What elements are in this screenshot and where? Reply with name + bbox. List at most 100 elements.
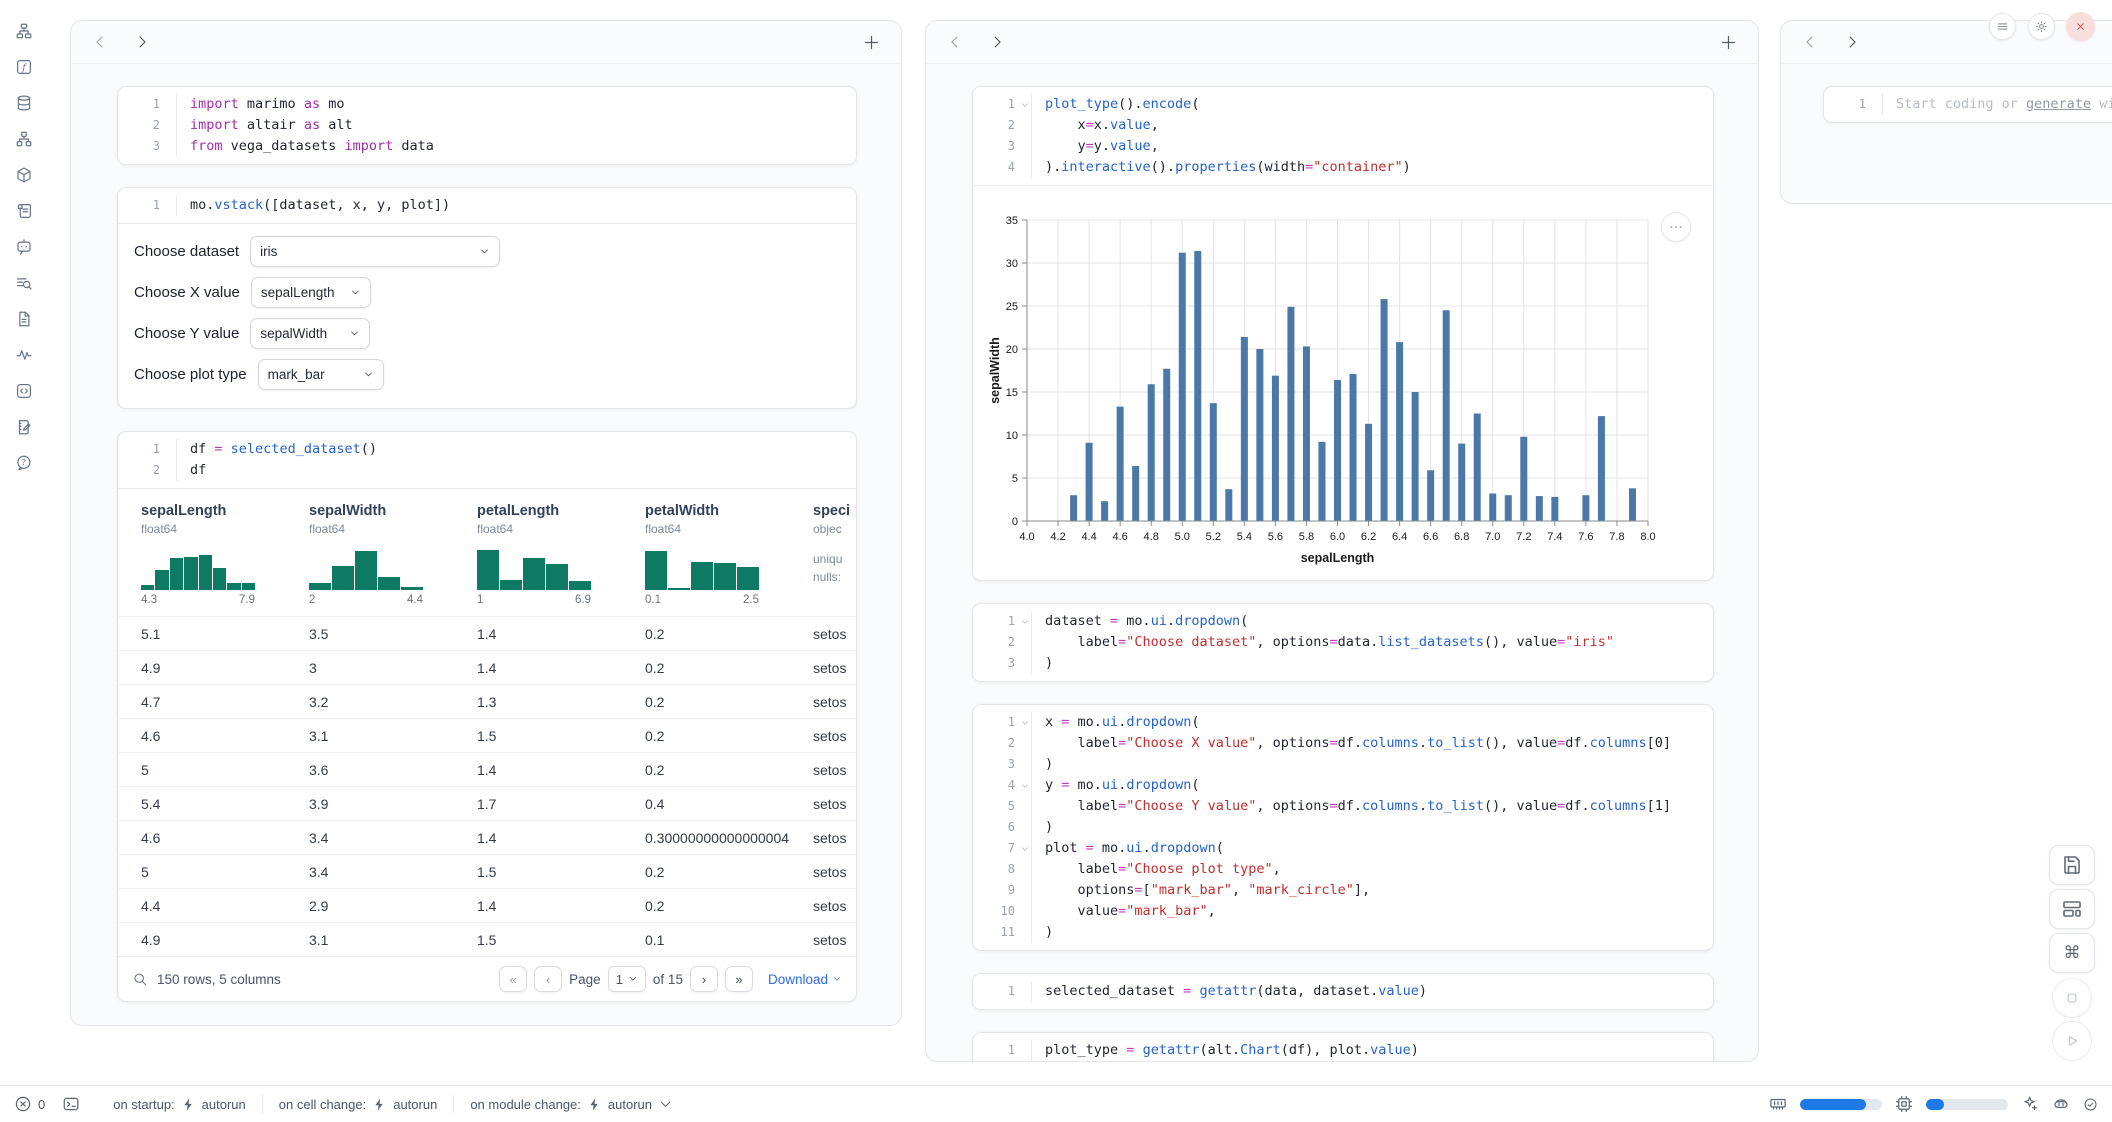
table-header-row: sepalLengthfloat644.37.9sepalWidthfloat6… — [118, 489, 856, 616]
table-cell: 1.5 — [477, 728, 645, 744]
layout-toggle-button[interactable] — [2049, 889, 2095, 929]
table-column-header[interactable]: sepalWidthfloat6424.4 — [309, 503, 477, 606]
svg-text:4.4: 4.4 — [1081, 531, 1096, 543]
sidebar-item-help[interactable]: ? — [11, 450, 37, 476]
code-editor[interactable]: 1plot_type = getattr(alt.Chart(df), plot… — [973, 1033, 1713, 1062]
code-line: 1import marimo as mo — [118, 94, 856, 115]
sidebar-item-tracing[interactable] — [11, 342, 37, 368]
column-prev-button[interactable] — [1801, 33, 1819, 51]
table-column-header[interactable]: petalWidthfloat640.12.5 — [645, 503, 813, 606]
prev-page-button[interactable]: ‹ — [534, 966, 562, 992]
column-next-button[interactable] — [133, 33, 151, 51]
placeholder-text: Start coding or — [1896, 96, 2026, 112]
column-prev-button[interactable] — [946, 33, 964, 51]
code-text: x=x.value, — [1032, 115, 1159, 136]
terminal-icon[interactable] — [62, 1095, 80, 1113]
on-startup-setting[interactable]: on startup: autorun — [113, 1097, 246, 1112]
table-row: 4.73.21.30.2setos — [118, 684, 856, 718]
column-next-button[interactable] — [1843, 33, 1861, 51]
chevron-right-icon — [133, 33, 151, 51]
line-number-gutter: 4 — [973, 775, 1032, 796]
save-button[interactable] — [2049, 845, 2095, 885]
notebook-cell: 1mo.vstack([dataset, x, y, plot]) Choose … — [117, 187, 857, 409]
notebook-menu-button[interactable] — [1989, 13, 2016, 40]
sidebar-item-scratchpad[interactable] — [11, 414, 37, 440]
first-page-button[interactable]: « — [499, 966, 527, 992]
code-editor[interactable]: 1mo.vstack([dataset, x, y, plot]) — [118, 188, 856, 223]
command-icon: ⌘ — [2064, 943, 2081, 963]
dropdown-select[interactable]: sepalWidth — [250, 318, 370, 349]
code-line: 1dataset = mo.ui.dropdown( — [973, 611, 1713, 632]
ai-assistant-icon[interactable] — [2021, 1095, 2039, 1113]
sidebar-item-file-explorer[interactable] — [11, 18, 37, 44]
on-cell-change-setting[interactable]: on cell change: autorun — [279, 1097, 438, 1112]
dropdown-select[interactable]: sepalLength — [251, 277, 371, 308]
sidebar-item-snippets[interactable] — [11, 378, 37, 404]
chart-actions-button[interactable] — [1661, 212, 1691, 242]
table-column-header[interactable]: sepalLengthfloat644.37.9 — [141, 503, 309, 606]
code-editor[interactable]: 1x = mo.ui.dropdown(2 label="Choose X va… — [973, 705, 1713, 950]
code-placeholder[interactable]: Start coding or generate with — [1883, 94, 2112, 115]
column-dtype: float64 — [141, 522, 309, 536]
download-button[interactable]: Download — [768, 972, 842, 987]
search-icon[interactable] — [132, 971, 148, 987]
table-cell: 1.4 — [477, 898, 645, 914]
sidebar-item-documentation[interactable] — [11, 306, 37, 332]
code-editor[interactable]: 1plot_type().encode(2 x=x.value,3 y=y.va… — [973, 87, 1713, 185]
table-cell: 1.4 — [477, 762, 645, 778]
sidebar-item-dependency-graph[interactable] — [11, 126, 37, 152]
add-cell-button[interactable] — [862, 33, 881, 52]
fold-chevron-icon[interactable] — [1020, 844, 1030, 854]
chevron-down-icon — [479, 246, 490, 257]
sidebar-item-search-list[interactable] — [11, 270, 37, 296]
code-line: 5 label="Choose Y value", options=df.col… — [973, 796, 1713, 817]
shutdown-button[interactable] — [2066, 12, 2095, 41]
code-editor[interactable]: 1selected_dataset = getattr(data, datase… — [973, 974, 1713, 1009]
error-count-indicator[interactable]: 0 — [14, 1095, 45, 1113]
connection-status-icon[interactable] — [2083, 1097, 2098, 1112]
sidebar-item-logs[interactable] — [11, 198, 37, 224]
table-cell: 1.5 — [477, 864, 645, 880]
dropdown-select[interactable]: mark_bar — [258, 359, 384, 390]
column-next-button[interactable] — [988, 33, 1006, 51]
sidebar-item-datasources[interactable] — [11, 90, 37, 116]
table-cell: setos — [813, 830, 856, 846]
generate-with-ai-link[interactable]: generate — [2026, 96, 2091, 112]
page-select[interactable]: 1 — [608, 966, 646, 992]
code-editor[interactable]: 1df = selected_dataset()2df — [118, 432, 856, 488]
line-number-gutter: 1 — [973, 94, 1032, 115]
dropdown-label: Choose Y value — [134, 325, 239, 342]
fold-chevron-icon[interactable] — [1020, 100, 1030, 110]
ai-chat-icon — [15, 238, 33, 256]
run-all-button[interactable] — [2052, 1021, 2092, 1061]
on-module-change-setting[interactable]: on module change: autorun — [470, 1097, 673, 1112]
add-cell-button[interactable] — [1719, 33, 1738, 52]
sidebar-item-ai-chat[interactable] — [11, 234, 37, 260]
error-count: 0 — [38, 1097, 45, 1112]
column-prev-button[interactable] — [91, 33, 109, 51]
empty-code-cell[interactable]: 1 Start coding or generate with — [1823, 86, 2112, 123]
fold-chevron-icon[interactable] — [1020, 718, 1030, 728]
settings-button[interactable] — [2028, 13, 2055, 40]
code-editor[interactable]: 1dataset = mo.ui.dropdown(2 label="Choos… — [973, 604, 1713, 681]
table-column-header[interactable]: speciobjecuniqunulls: — [813, 503, 856, 606]
stop-kernel-button[interactable] — [2052, 978, 2092, 1018]
last-page-button[interactable]: » — [725, 966, 753, 992]
altair-bar-chart[interactable]: 4.04.24.44.64.85.05.25.45.65.86.06.26.46… — [973, 186, 1714, 580]
svg-text:7.4: 7.4 — [1547, 531, 1562, 543]
sidebar-item-functions[interactable]: f — [11, 54, 37, 80]
copilot-icon[interactable] — [2052, 1095, 2070, 1113]
sidebar-item-packages[interactable] — [11, 162, 37, 188]
dropdown-select[interactable]: iris — [250, 236, 500, 267]
page-total-label: of 15 — [653, 972, 683, 987]
table-cell: 4.9 — [141, 660, 309, 676]
fold-chevron-icon[interactable] — [1020, 617, 1030, 627]
table-cell: 3 — [309, 660, 477, 676]
next-page-button[interactable]: › — [690, 966, 718, 992]
column-name: sepalWidth — [309, 503, 477, 519]
command-palette-button[interactable]: ⌘ — [2049, 933, 2095, 973]
fold-chevron-icon[interactable] — [1020, 781, 1030, 791]
bar — [1148, 384, 1155, 521]
table-column-header[interactable]: petalLengthfloat6416.9 — [477, 503, 645, 606]
code-editor[interactable]: 1import marimo as mo2import altair as al… — [118, 87, 856, 164]
